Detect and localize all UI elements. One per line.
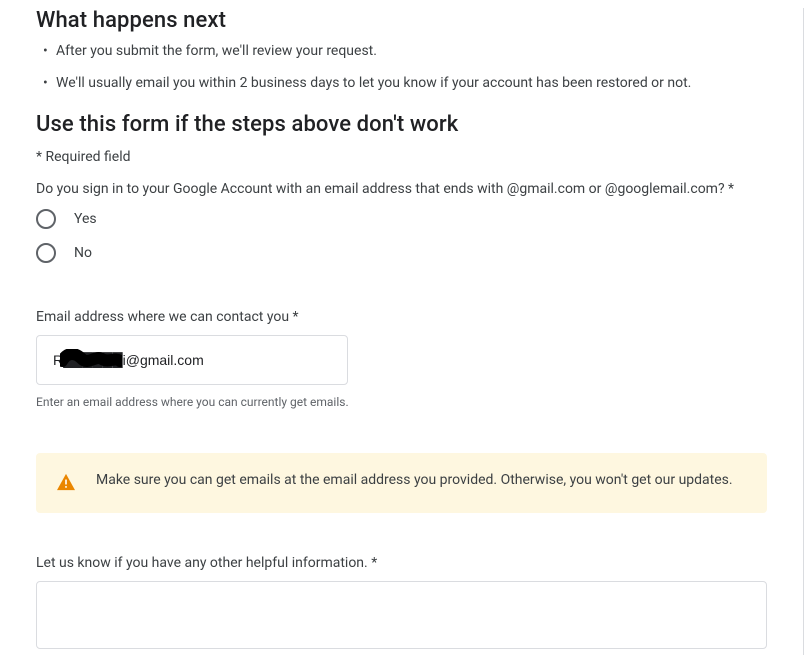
what-happens-next-list: After you submit the form, we'll review …: [36, 41, 767, 94]
warning-icon: [56, 473, 76, 495]
contact-email-input[interactable]: [36, 335, 348, 385]
signin-question-label: Do you sign in to your Google Account wi…: [36, 181, 767, 197]
required-field-note: * Required field: [36, 149, 767, 165]
use-this-form-heading: Use this form if the steps above don't w…: [36, 112, 767, 137]
other-info-textarea[interactable]: [36, 581, 767, 649]
warning-text: Make sure you can get emails at the emai…: [96, 471, 733, 491]
other-info-label: Let us know if you have any other helpfu…: [36, 555, 767, 571]
radio-icon: [36, 243, 56, 263]
radio-option-no[interactable]: No: [36, 243, 767, 263]
email-warning-banner: Make sure you can get emails at the emai…: [36, 453, 767, 513]
contact-email-label: Email address where we can contact you *: [36, 309, 767, 325]
radio-icon: [36, 209, 56, 229]
bullet-item: We'll usually email you within 2 busines…: [40, 73, 767, 93]
radio-option-yes[interactable]: Yes: [36, 209, 767, 229]
radio-label-no: No: [74, 245, 92, 261]
what-happens-next-heading: What happens next: [36, 8, 767, 33]
bullet-item: After you submit the form, we'll review …: [40, 41, 767, 61]
radio-label-yes: Yes: [74, 211, 97, 227]
contact-email-helper: Enter an email address where you can cur…: [36, 395, 767, 409]
